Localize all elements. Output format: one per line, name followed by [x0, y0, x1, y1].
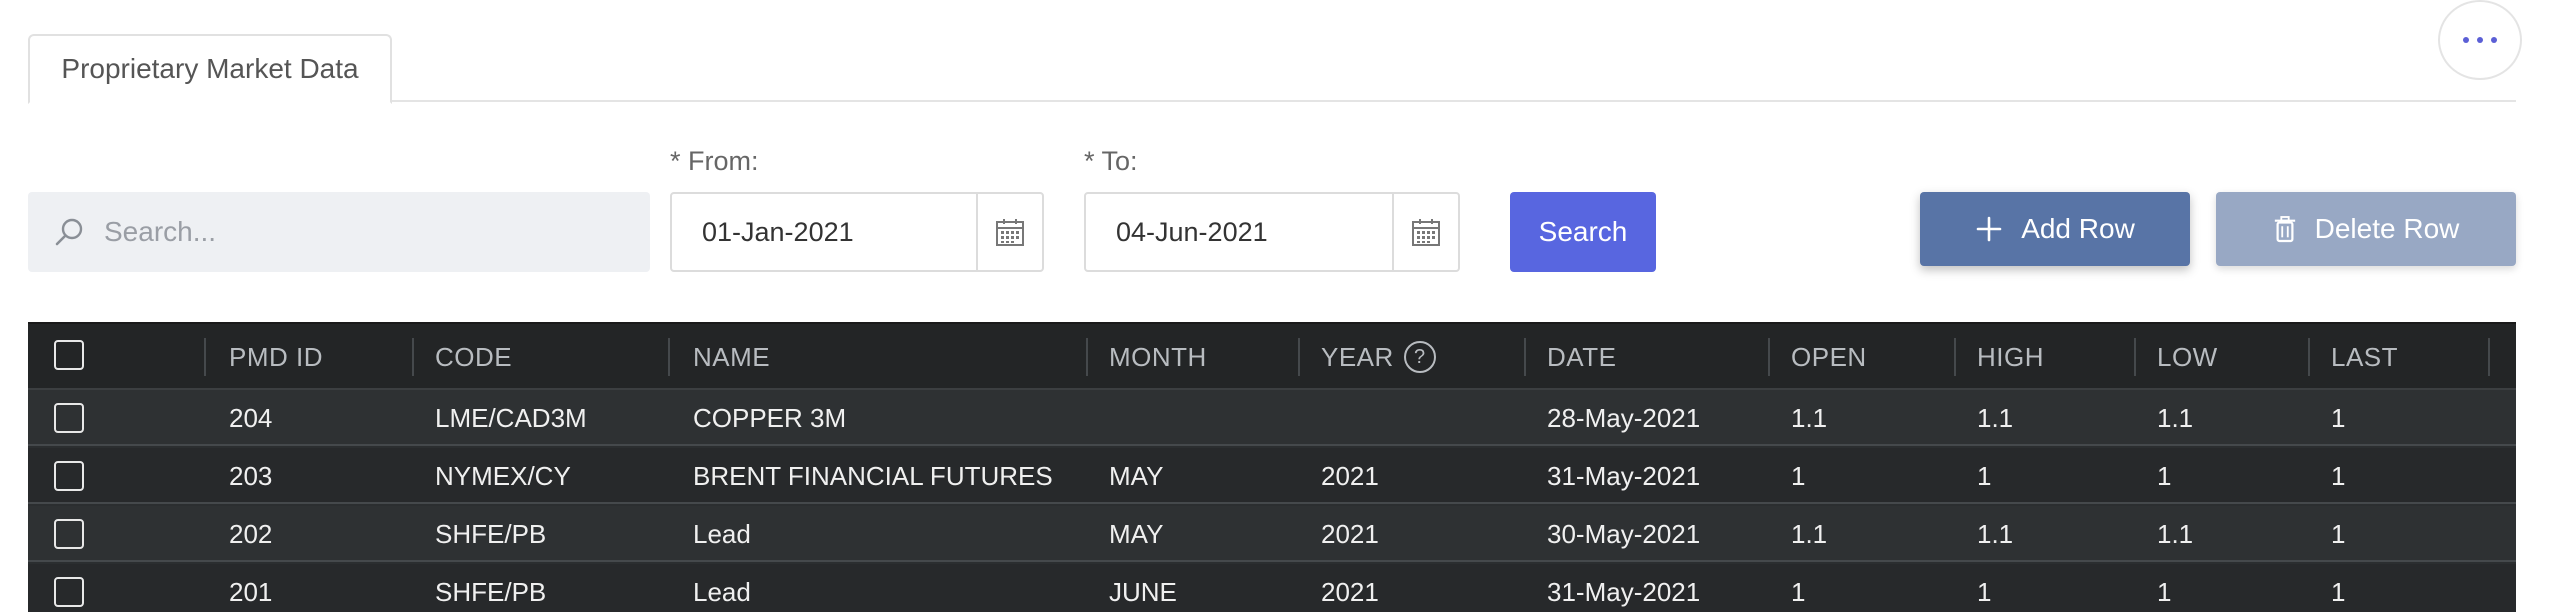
column-header-date[interactable]: DATE [1547, 324, 1616, 390]
add-row-label: Add Row [2021, 213, 2135, 244]
column-header-year[interactable]: YEAR ? [1321, 324, 1436, 390]
cell-pmd-id: 201 [229, 576, 273, 607]
table-row[interactable]: 203 NYMEX/CY BRENT FINANCIAL FUTURES MAY… [28, 448, 2516, 504]
to-date-field[interactable]: 04-Jun-2021 [1084, 192, 1460, 272]
cell-name: BRENT FINANCIAL FUTURES [693, 460, 1053, 491]
cell-open: 1 [1791, 576, 1806, 607]
column-header-high[interactable]: HIGH [1977, 324, 2044, 390]
cell-name: Lead [693, 576, 751, 607]
column-header-open[interactable]: OPEN [1791, 324, 1867, 390]
row-checkbox[interactable] [54, 577, 84, 607]
cell-code: SHFE/PB [435, 576, 547, 607]
select-all-checkbox[interactable] [54, 340, 84, 370]
column-divider [204, 338, 206, 376]
calendar-icon[interactable] [1392, 194, 1458, 270]
cell-code: LME/CAD3M [435, 402, 587, 433]
cell-low: 1 [2157, 460, 2172, 491]
row-checkbox[interactable] [54, 519, 84, 549]
cell-year: 2021 [1321, 460, 1379, 491]
column-header-month[interactable]: MONTH [1109, 324, 1207, 390]
cell-last: 1 [2331, 402, 2346, 433]
cell-high: 1.1 [1977, 402, 2014, 433]
cell-date: 30-May-2021 [1547, 518, 1701, 549]
add-row-button[interactable]: Add Row [1920, 192, 2190, 266]
cell-open: 1.1 [1791, 402, 1828, 433]
more-dot-icon [2477, 37, 2483, 43]
delete-row-label: Delete Row [2314, 213, 2460, 244]
column-header-year-label: YEAR [1321, 341, 1394, 372]
column-divider [1298, 338, 1300, 376]
search-input[interactable] [104, 216, 604, 248]
from-label: * From: [670, 146, 759, 176]
cell-high: 1.1 [1977, 518, 2014, 549]
cell-code: NYMEX/CY [435, 460, 571, 491]
cell-low: 1 [2157, 576, 2172, 607]
cell-month: MAY [1109, 460, 1164, 491]
column-divider [1086, 338, 1088, 376]
cell-open: 1.1 [1791, 518, 1828, 549]
search-icon [55, 218, 83, 246]
to-label: * To: [1084, 146, 1138, 176]
calendar-icon[interactable] [976, 194, 1042, 270]
cell-date: 28-May-2021 [1547, 402, 1701, 433]
tab-proprietary-market-data[interactable]: Proprietary Market Data [28, 34, 392, 104]
column-header-last[interactable]: LAST [2331, 324, 2398, 390]
column-header-low[interactable]: LOW [2157, 324, 2218, 390]
column-divider [2488, 338, 2490, 376]
column-divider [2134, 338, 2136, 376]
table-row[interactable]: 202 SHFE/PB Lead MAY 2021 30-May-2021 1.… [28, 506, 2516, 562]
more-dot-icon [2491, 37, 2497, 43]
to-date-value[interactable]: 04-Jun-2021 [1086, 194, 1392, 270]
plus-icon [1975, 215, 2003, 243]
column-divider [412, 338, 414, 376]
table-row[interactable]: 201 SHFE/PB Lead JUNE 2021 31-May-2021 1… [28, 564, 2516, 612]
cell-high: 1 [1977, 576, 1992, 607]
cell-pmd-id: 204 [229, 402, 273, 433]
column-divider [2308, 338, 2310, 376]
column-header-code[interactable]: CODE [435, 324, 512, 390]
cell-date: 31-May-2021 [1547, 460, 1701, 491]
row-checkbox[interactable] [54, 461, 84, 491]
cell-last: 1 [2331, 460, 2346, 491]
search-button[interactable]: Search [1510, 192, 1656, 272]
cell-date: 31-May-2021 [1547, 576, 1701, 607]
cell-last: 1 [2331, 576, 2346, 607]
cell-name: COPPER 3M [693, 402, 847, 433]
cell-month: JUNE [1109, 576, 1177, 607]
trash-icon [2273, 215, 2297, 243]
tab-bar: Proprietary Market Data [28, 0, 2516, 104]
cell-month: MAY [1109, 518, 1164, 549]
row-checkbox[interactable] [54, 403, 84, 433]
cell-low: 1.1 [2157, 518, 2194, 549]
from-date-field[interactable]: 01-Jan-2021 [670, 192, 1044, 272]
table-row[interactable]: 204 LME/CAD3M COPPER 3M 28-May-2021 1.1 … [28, 390, 2516, 446]
cell-year: 2021 [1321, 576, 1379, 607]
search-bar [28, 192, 650, 272]
column-header-pmd-id[interactable]: PMD ID [229, 324, 323, 390]
column-divider [1768, 338, 1770, 376]
cell-pmd-id: 202 [229, 518, 273, 549]
column-header-name[interactable]: NAME [693, 324, 770, 390]
delete-row-button[interactable]: Delete Row [2216, 192, 2516, 266]
more-options-button[interactable] [2438, 0, 2522, 80]
column-divider [668, 338, 670, 376]
cell-year: 2021 [1321, 518, 1379, 549]
more-dot-icon [2463, 37, 2469, 43]
table-header: PMD ID CODE NAME MONTH YEAR ? DATE OPEN … [28, 324, 2516, 390]
cell-high: 1 [1977, 460, 1992, 491]
cell-low: 1.1 [2157, 402, 2194, 433]
cell-code: SHFE/PB [435, 518, 547, 549]
column-divider [1954, 338, 1956, 376]
cell-name: Lead [693, 518, 751, 549]
help-icon[interactable]: ? [1403, 341, 1436, 373]
column-divider [1524, 338, 1526, 376]
market-data-table: PMD ID CODE NAME MONTH YEAR ? DATE OPEN … [28, 322, 2516, 612]
from-date-value[interactable]: 01-Jan-2021 [672, 194, 976, 270]
cell-open: 1 [1791, 460, 1806, 491]
cell-pmd-id: 203 [229, 460, 273, 491]
cell-last: 1 [2331, 518, 2346, 549]
